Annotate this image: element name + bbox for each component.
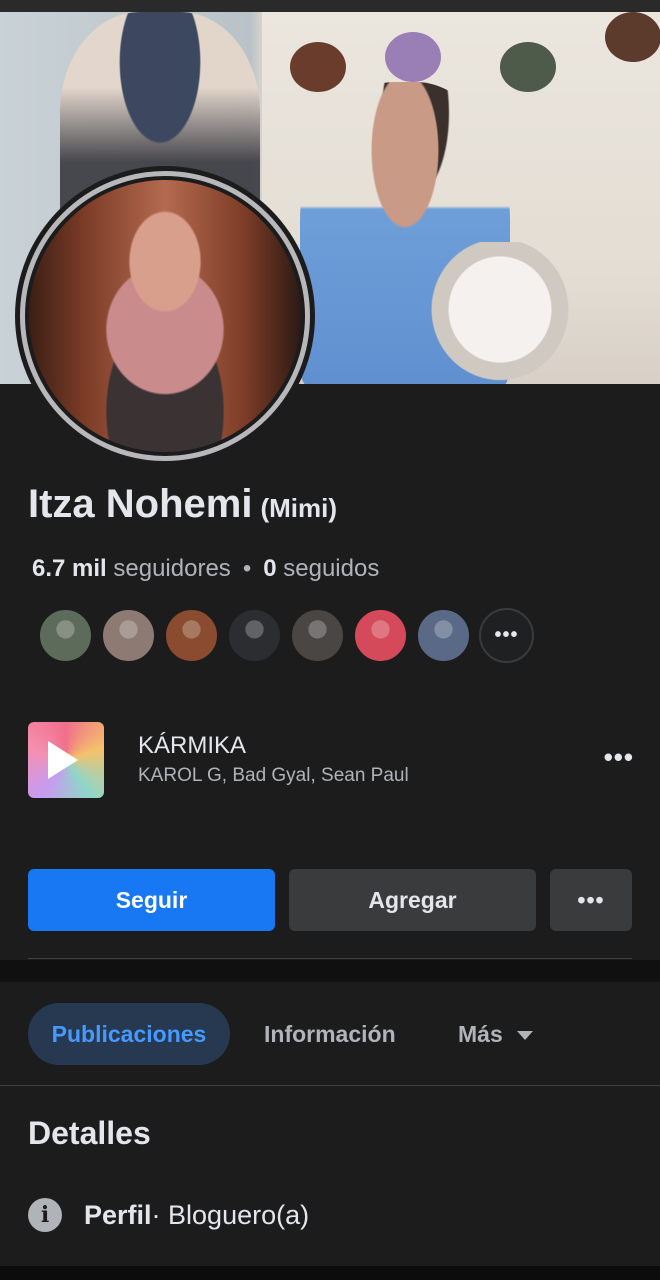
follower-avatar[interactable]: [416, 608, 471, 663]
tab-more[interactable]: Más: [458, 1003, 533, 1065]
following-label: seguidos: [283, 555, 380, 582]
divider: [0, 1085, 660, 1086]
followers-count: 6.7 mil: [32, 555, 107, 582]
tab-posts[interactable]: Publicaciones: [28, 1003, 230, 1065]
cover-pot: [500, 42, 556, 92]
album-cover[interactable]: [28, 722, 104, 798]
follower-avatar[interactable]: [290, 608, 345, 663]
tab-more-label: Más: [458, 1020, 503, 1047]
follower-avatar[interactable]: [227, 608, 282, 663]
details-heading: Detalles: [28, 1115, 151, 1151]
detail-key: Perfil: [84, 1199, 152, 1230]
avatar-photo: [29, 180, 301, 452]
follower-avatar[interactable]: [353, 608, 408, 663]
cover-pot: [290, 42, 346, 92]
song-options-button[interactable]: •••: [604, 742, 634, 773]
detail-value: · Bloguero(a): [151, 1199, 310, 1230]
profile-music[interactable]: KÁRMIKA KAROL G, Bad Gyal, Sean Paul •••: [28, 722, 638, 798]
following-count: 0: [263, 555, 277, 582]
profile-avatar[interactable]: [15, 166, 315, 466]
cover-manga-character: [420, 242, 580, 384]
detail-row-profile: i Perfil · Bloguero(a): [28, 1198, 309, 1232]
profile-name-text: Itza Nohemi: [28, 482, 253, 526]
follower-avatar[interactable]: [164, 608, 219, 663]
tab-info[interactable]: Información: [264, 1003, 396, 1065]
status-bar: [0, 0, 660, 12]
play-icon: [48, 741, 78, 779]
follow-stats: 6.7 mil seguidores • 0 seguidos: [32, 555, 379, 583]
avatar-border: [20, 171, 310, 461]
add-friend-button[interactable]: Agregar: [289, 869, 536, 931]
divider: [28, 958, 632, 959]
follower-avatar[interactable]: [101, 608, 156, 663]
profile-name: Itza Nohemi (Mimi): [28, 482, 337, 527]
section-gap: [0, 960, 660, 982]
followers-label: seguidores: [113, 555, 231, 582]
more-followers-button[interactable]: •••: [479, 608, 534, 663]
navigation-bar: [0, 1266, 660, 1280]
stats-separator: •: [242, 555, 252, 582]
song-title: KÁRMIKA: [138, 732, 247, 759]
profile-nickname: (Mimi): [260, 493, 338, 523]
song-artists: KAROL G, Bad Gyal, Sean Paul: [138, 765, 409, 786]
more-actions-button[interactable]: •••: [550, 869, 632, 931]
caret-down-icon: [516, 1030, 533, 1040]
followers-link[interactable]: 6.7 mil seguidores: [32, 555, 231, 582]
follow-button[interactable]: Seguir: [28, 869, 275, 931]
following-link[interactable]: 0 seguidos: [263, 555, 379, 582]
info-icon: i: [28, 1198, 62, 1232]
cover-pot: [605, 12, 660, 62]
follower-avatars: •••: [38, 608, 534, 663]
cover-pot: [385, 32, 441, 82]
follower-avatar[interactable]: [38, 608, 93, 663]
